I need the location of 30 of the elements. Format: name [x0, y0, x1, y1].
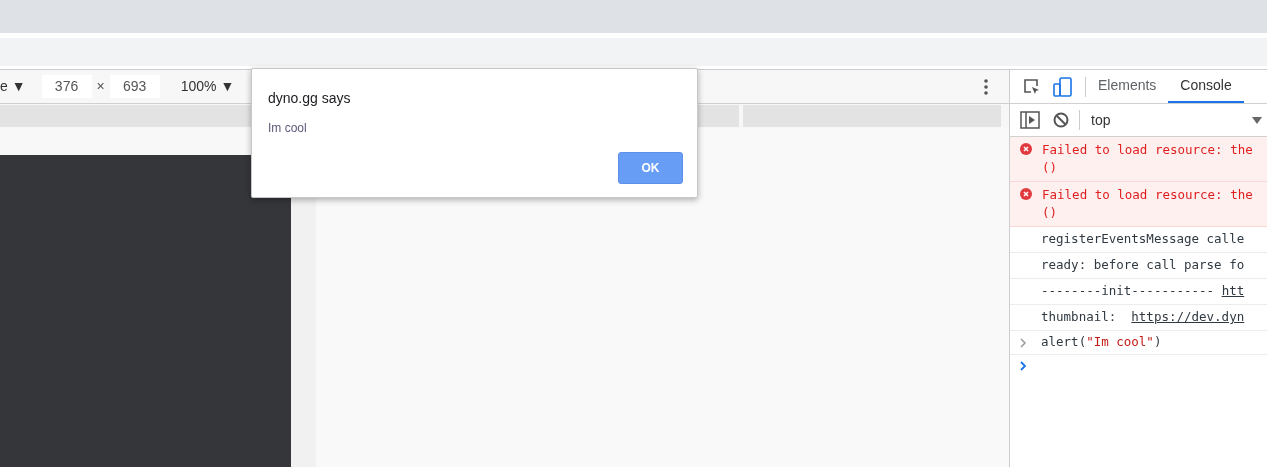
log-message: --------init-----------	[1041, 282, 1216, 301]
device-toggle-icon[interactable]	[1053, 76, 1073, 97]
device-dropdown[interactable]: e ▼	[0, 76, 26, 97]
log-message: thumbnail:	[1041, 308, 1118, 327]
sidebar-toggle-icon[interactable]	[1020, 111, 1040, 129]
log-link[interactable]: https://dev.dyn	[1131, 308, 1245, 327]
log-link[interactable]: htt	[1221, 282, 1245, 301]
zoom-dropdown[interactable]: 100% ▼	[180, 76, 235, 97]
error-icon	[1020, 188, 1032, 200]
more-options-icon[interactable]	[984, 78, 988, 95]
times-sign: ×	[96, 77, 105, 96]
clear-console-icon[interactable]	[1053, 112, 1069, 128]
chevron-icon	[1020, 337, 1027, 348]
height-field[interactable]: 693	[109, 75, 160, 98]
prompt-icon	[1020, 361, 1027, 371]
console-command: alert("Im cool")	[1041, 333, 1162, 352]
error-message: ()	[1042, 159, 1059, 177]
dialog-message: Im cool	[268, 120, 308, 137]
error-message: ()	[1042, 204, 1059, 222]
log-message: ready: before call parse fo	[1041, 256, 1245, 275]
error-message: Failed to load resource: the	[1042, 186, 1253, 204]
error-icon	[1020, 143, 1032, 155]
width-field[interactable]: 376	[41, 75, 92, 98]
log-message: registerEventsMessage calle	[1041, 230, 1245, 249]
devtools-tab[interactable]: Elements	[1086, 70, 1169, 103]
inspect-icon[interactable]	[1023, 77, 1041, 96]
dropdown-caret-icon[interactable]	[1252, 116, 1262, 124]
dialog-title: dyno.gg says	[268, 89, 352, 108]
context-selector[interactable]: top	[1091, 109, 1111, 131]
error-message: Failed to load resource: the	[1042, 141, 1253, 159]
